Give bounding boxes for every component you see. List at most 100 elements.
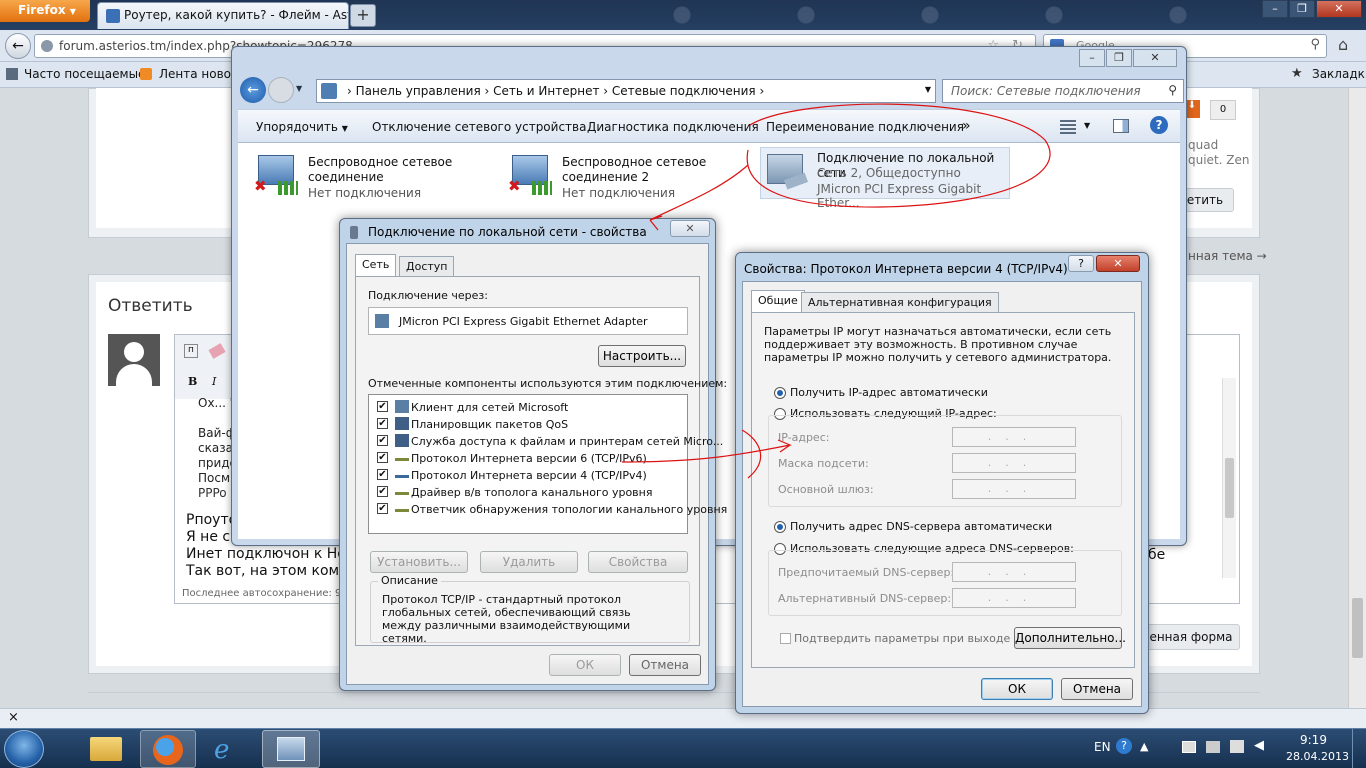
connection-lan[interactable]: Подключение по локальной сети Сеть 2, Об… [760, 147, 1010, 210]
disable-device-button[interactable]: Отключение сетевого устройства [372, 120, 586, 134]
remove-button[interactable]: Удалить [480, 551, 578, 573]
page-scrollbar[interactable] [1348, 88, 1366, 708]
component-item[interactable]: ✔ Протокол Интернета версии 4 (TCP/IPv4) [369, 467, 687, 484]
new-tab-button[interactable]: + [350, 4, 376, 27]
clock-date[interactable]: 28.04.2013 [1286, 750, 1349, 763]
address-dropdown-icon[interactable]: ▼ [925, 85, 931, 94]
checkbox[interactable]: ✔ [377, 418, 388, 429]
rename-button[interactable]: Переименование подключения [766, 120, 964, 134]
editor-scrollbar[interactable] [1222, 378, 1236, 578]
language-indicator[interactable]: EN [1094, 740, 1111, 754]
back-button[interactable]: ← [5, 33, 31, 59]
show-desktop-button[interactable] [1352, 729, 1366, 768]
ok-button[interactable]: ОК [549, 654, 621, 676]
breadcrumb-network-internet[interactable]: Сеть и Интернет [493, 84, 599, 98]
dialog-close-button[interactable]: ✕ [670, 220, 710, 237]
explorer-taskbar-icon[interactable] [84, 731, 128, 767]
checkbox[interactable]: ✔ [377, 486, 388, 497]
dialog-close-button[interactable]: ✕ [1096, 255, 1140, 272]
connection-wireless-1[interactable]: ✖ Беспроводное сетевое соединение Нет по… [252, 151, 502, 207]
minimize-button[interactable]: – [1262, 0, 1288, 18]
tab-sharing[interactable]: Доступ [399, 256, 455, 276]
component-item[interactable]: ✔ Служба доступа к файлам и принтерам сет… [369, 433, 723, 450]
component-item[interactable]: ✔ Клиент для сетей Microsoft [369, 399, 687, 416]
component-item[interactable]: ✔ Планировщик пакетов QoS [369, 416, 687, 433]
tab-network[interactable]: Сеть [355, 254, 397, 276]
tab-alternate-config[interactable]: Альтернативная конфигурация [801, 292, 999, 312]
breadcrumb-control-panel[interactable]: Панель управления [356, 84, 481, 98]
next-topic-link[interactable]: нная тема → [1188, 249, 1267, 263]
breadcrumb-network-connections[interactable]: Сетевые подключения [612, 84, 756, 98]
more-commands-button[interactable]: » [962, 118, 971, 134]
explorer-back-button[interactable]: ← [240, 77, 266, 103]
component-item[interactable]: ✔ Ответчик обнаружения топологии канально… [369, 501, 727, 518]
auto-dns-label[interactable]: Получить адрес DNS-сервера автоматически [790, 520, 1052, 533]
explorer-close-button[interactable]: ✕ [1133, 49, 1177, 67]
auto-ip-label[interactable]: Получить IP-адрес автоматически [790, 386, 988, 399]
device-icon[interactable] [1206, 741, 1220, 753]
component-item[interactable]: ✔ Протокол Интернета версии 6 (TCP/IPv6) [369, 450, 687, 467]
view-dropdown-icon[interactable]: ▼ [1084, 121, 1090, 130]
bookmarks-menu[interactable]: Закладки [1312, 67, 1366, 81]
browser-tab[interactable]: Роутер, какой купить? - Флейм - Asterios [97, 2, 349, 29]
alternate-dns-field[interactable]: ... [952, 588, 1076, 608]
home-icon[interactable]: ⌂ [1338, 35, 1358, 55]
firefox-taskbar-icon[interactable] [140, 730, 196, 768]
start-button[interactable] [4, 730, 44, 768]
connection-wireless-2[interactable]: ✖ Беспроводное сетевое соединение 2 Нет … [506, 151, 756, 207]
advanced-button[interactable]: Дополнительно... [1014, 627, 1126, 649]
auto-dns-radio[interactable] [774, 521, 786, 533]
checkbox[interactable]: ✔ [377, 401, 388, 412]
show-hidden-icons[interactable]: ▲ [1140, 740, 1148, 753]
help-tray-icon[interactable]: ? [1116, 738, 1132, 754]
ip-address-field[interactable]: ... [952, 427, 1076, 447]
view-options-icon[interactable] [1060, 120, 1076, 134]
checkbox[interactable]: ✔ [377, 435, 388, 446]
network-tray-icon[interactable] [1230, 740, 1244, 753]
clock-time[interactable]: 9:19 [1300, 733, 1327, 747]
explorer-minimize-button[interactable]: – [1079, 49, 1105, 67]
auto-ip-radio[interactable] [774, 387, 786, 399]
component-item[interactable]: ✔ Драйвер в/в тополога канального уровня [369, 484, 687, 501]
search-icon[interactable]: ⚲ [1168, 83, 1177, 97]
preferred-dns-field[interactable]: ... [952, 562, 1076, 582]
diagnose-button[interactable]: Диагностика подключения [587, 120, 759, 134]
format-icon[interactable]: п [184, 344, 198, 358]
cancel-button[interactable]: Отмена [629, 654, 701, 676]
cancel-button[interactable]: Отмена [1061, 678, 1133, 700]
configure-button[interactable]: Настроить... [598, 345, 686, 367]
preview-pane-icon[interactable] [1113, 119, 1129, 133]
subnet-mask-field[interactable]: ... [952, 453, 1076, 473]
control-panel-taskbar-icon[interactable] [262, 730, 320, 768]
bold-icon[interactable]: B [188, 375, 197, 388]
bookmark-most-visited[interactable]: Часто посещаемые [24, 67, 145, 81]
firefox-menu-button[interactable]: Firefox ▼ [0, 0, 90, 22]
italic-icon[interactable]: I [212, 375, 216, 388]
validate-checkbox[interactable] [780, 633, 791, 644]
explorer-search-input[interactable]: Поиск: Сетевые подключения ⚲ [942, 79, 1184, 103]
close-button[interactable]: ✕ [1316, 0, 1362, 18]
install-button[interactable]: Установить... [370, 551, 468, 573]
explorer-address-bar[interactable]: › Панель управления › Сеть и Интернет › … [316, 79, 936, 103]
ok-button[interactable]: ОК [981, 678, 1053, 700]
gateway-field[interactable]: ... [952, 479, 1076, 499]
scroll-thumb[interactable] [1225, 458, 1234, 518]
explorer-forward-button[interactable] [268, 77, 294, 103]
help-icon[interactable]: ? [1150, 116, 1168, 134]
page-scroll-thumb[interactable] [1352, 598, 1363, 658]
checkbox[interactable]: ✔ [377, 469, 388, 480]
tab-general[interactable]: Общие [751, 290, 805, 312]
ie-taskbar-icon[interactable]: e [206, 731, 250, 767]
history-dropdown-icon[interactable]: ▼ [296, 84, 302, 93]
search-icon[interactable]: ⚲ [1310, 37, 1320, 52]
checkbox[interactable]: ✔ [377, 503, 388, 514]
flag-icon[interactable] [1182, 741, 1196, 753]
validate-label[interactable]: Подтвердить параметры при выходе [794, 632, 1010, 645]
full-form-button[interactable]: енная форма [1142, 624, 1240, 650]
explorer-maximize-button[interactable]: ❐ [1106, 49, 1132, 67]
close-findbar-icon[interactable]: × [8, 710, 19, 725]
maximize-button[interactable]: ❐ [1289, 0, 1315, 18]
dialog-help-button[interactable]: ? [1068, 255, 1094, 272]
properties-button[interactable]: Свойства [588, 551, 688, 573]
organize-button[interactable]: Упорядочить ▼ [256, 120, 348, 134]
